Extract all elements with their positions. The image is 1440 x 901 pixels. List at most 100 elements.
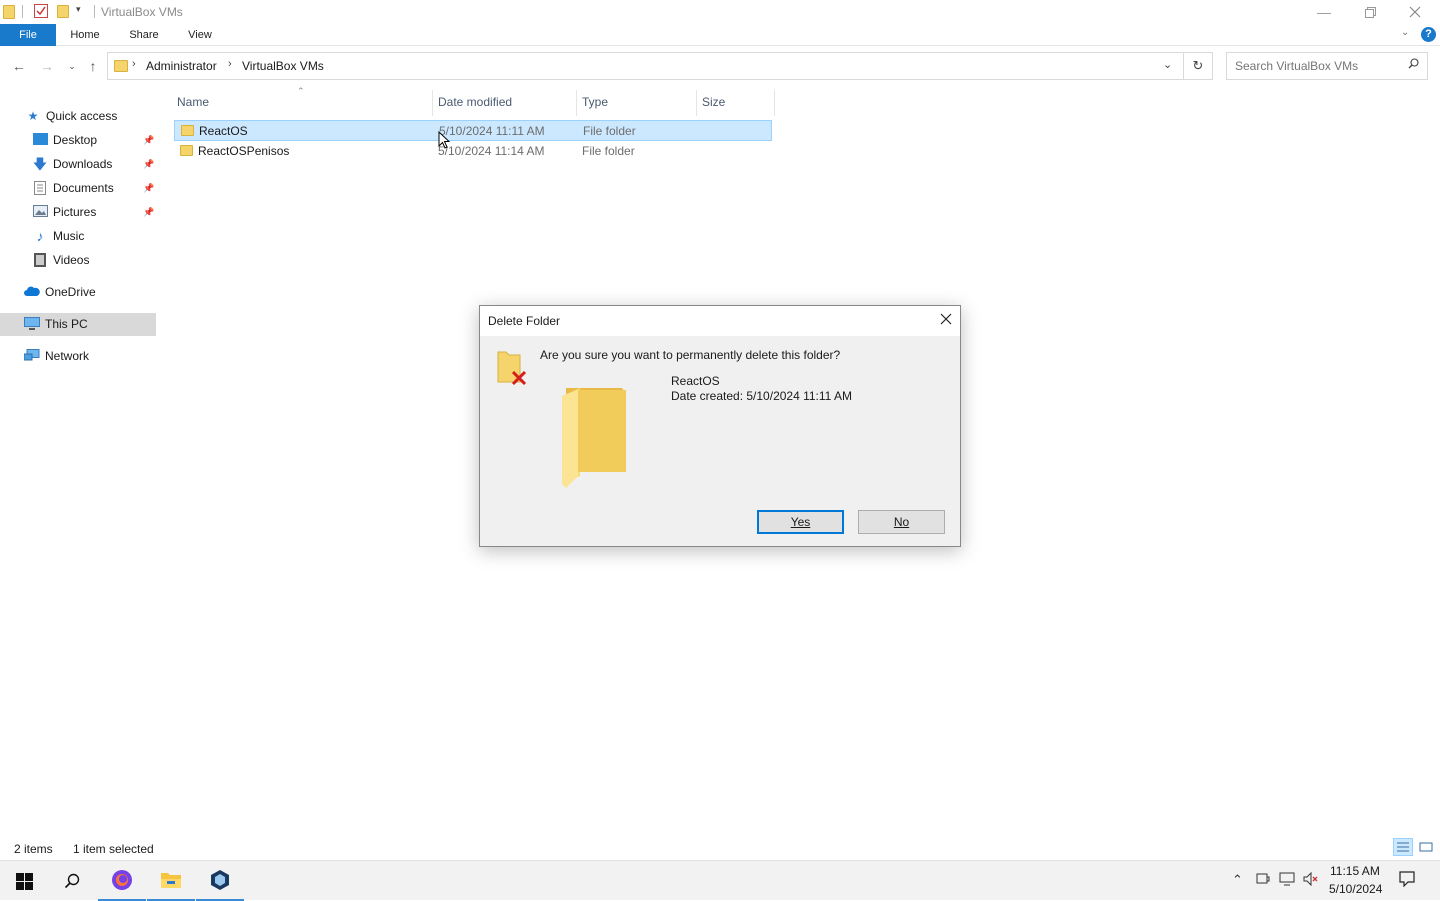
sidebar-item-desktop[interactable]: Desktop [32,129,97,151]
tab-view[interactable]: View [180,24,220,46]
sidebar-item-onedrive[interactable]: OneDrive [24,281,96,303]
clock-date[interactable]: 5/10/2024 [1329,882,1382,896]
firefox-taskbar-icon[interactable] [98,861,146,901]
properties-icon[interactable] [34,4,48,18]
breadcrumb-chevron-icon[interactable]: › [228,58,232,70]
no-button[interactable]: No [858,510,945,534]
virtualbox-taskbar-icon[interactable] [196,861,244,901]
network-tray-icon[interactable] [1279,872,1295,889]
delete-folder-icon [496,348,530,389]
sidebar-item-videos[interactable]: Videos [32,249,89,271]
tab-file[interactable]: File [0,24,56,46]
back-button[interactable]: ← [9,56,29,76]
sidebar-item-network[interactable]: Network [23,345,89,367]
search-input[interactable] [1235,58,1405,74]
breadcrumb-virtualbox-vms[interactable]: VirtualBox VMs [242,59,324,73]
status-bar: 2 items 1 item selected [0,838,1440,860]
sidebar-item-documents[interactable]: Documents [32,177,114,199]
up-button[interactable]: ↑ [83,56,103,76]
window-title: VirtualBox VMs [101,5,183,19]
star-icon: ★ [27,109,39,123]
delete-folder-dialog: Delete Folder Are you sure you want to p… [479,305,961,547]
dialog-title: Delete Folder [488,314,561,328]
music-icon: ♪ [36,228,44,244]
pin-icon: 📌 [143,207,155,217]
show-hidden-icons-icon[interactable]: ⌃ [1232,872,1243,888]
start-button[interactable] [0,861,48,901]
sort-ascending-icon: ⌃ [297,86,305,96]
refresh-button[interactable]: ↻ [1184,52,1213,80]
clock-time[interactable]: 11:15 AM [1330,864,1380,878]
details-view-button[interactable] [1393,838,1413,856]
breadcrumb-administrator[interactable]: Administrator [146,59,217,73]
computer-icon [24,317,40,331]
new-folder-icon[interactable] [57,5,69,18]
notifications-icon[interactable] [1399,871,1415,890]
breadcrumb-chevron-icon[interactable]: › [132,58,136,70]
dialog-folder-name: ReactOS [671,374,720,388]
customize-toolbar-icon[interactable]: ▾ [76,4,90,18]
sidebar-item-quick-access[interactable]: ★ Quick access [25,105,118,127]
tab-share[interactable]: Share [122,24,166,46]
column-header-size[interactable]: Size [702,95,725,109]
column-header-name[interactable]: Name [177,95,209,109]
file-row[interactable]: ReactOS 5/10/2024 11:11 AM File folder [174,120,772,141]
column-divider[interactable] [432,90,433,116]
window-folder-icon [3,5,15,19]
column-header-type[interactable]: Type [582,95,608,109]
title-bar: ▾ VirtualBox VMs — [0,0,1440,24]
search-taskbar-button[interactable] [48,861,96,901]
navigation-pane: ★ Quick access Desktop 📌 🡇 Downloads 📌 D… [0,86,158,826]
dialog-close-button[interactable] [935,310,957,332]
cloud-icon [24,285,40,299]
folder-icon [180,145,193,156]
file-explorer-taskbar-icon[interactable] [147,861,195,901]
address-bar[interactable]: › Administrator › VirtualBox VMs ⌄ [107,52,1184,80]
column-header-date-modified[interactable]: Date modified [438,95,512,109]
recent-locations-icon[interactable]: ⌄ [62,56,82,76]
item-count: 2 items [14,842,53,856]
large-icons-view-button[interactable] [1416,838,1436,856]
dialog-title-bar: Delete Folder [480,306,960,336]
minimize-button[interactable]: — [1301,0,1347,24]
close-window-button[interactable] [1392,0,1438,24]
sidebar-item-this-pc[interactable]: This PC [24,313,88,335]
address-dropdown-icon[interactable]: ⌄ [1163,58,1172,71]
pictures-icon [32,205,48,219]
title-divider [22,5,23,18]
sidebar-item-label: Documents [53,181,114,195]
sidebar-item-label: This PC [45,317,88,331]
folder-preview-icon [560,384,640,493]
file-type: File folder [582,144,635,158]
column-divider[interactable] [774,90,775,116]
file-row[interactable]: ReactOSPenisos 5/10/2024 11:14 AM File f… [174,141,772,162]
column-divider[interactable] [696,90,697,116]
yes-button[interactable]: Yes [757,510,844,534]
forward-button[interactable]: → [37,56,57,76]
file-date-modified: 5/10/2024 11:14 AM [438,144,545,158]
device-icon[interactable] [1256,872,1270,889]
title-divider [94,5,95,18]
search-box[interactable] [1226,52,1428,80]
sidebar-item-label: Pictures [53,205,97,219]
file-type: File folder [583,124,636,138]
sidebar-item-label: Desktop [53,133,98,147]
desktop-icon [32,133,48,147]
column-divider[interactable] [576,90,577,116]
network-icon [23,349,40,363]
sidebar-item-pictures[interactable]: Pictures [32,201,96,223]
pin-icon: 📌 [143,183,155,193]
sidebar-item-music[interactable]: ♪ Music [32,225,85,247]
restore-button[interactable] [1347,0,1393,24]
taskbar: ⌃ 11:15 AM 5/10/2024 [0,860,1440,901]
ribbon: File Home Share View ⌄ ? [0,24,1440,46]
expand-ribbon-icon[interactable]: ⌄ [1401,27,1409,38]
sidebar-item-downloads[interactable]: 🡇 Downloads [32,153,113,175]
tab-home[interactable]: Home [62,24,108,46]
navigation-bar: ← → ⌄ ↑ › Administrator › VirtualBox VMs… [0,46,1440,86]
help-icon[interactable]: ? [1421,27,1436,42]
search-icon [1408,58,1419,72]
documents-icon [32,181,48,195]
volume-muted-icon[interactable] [1303,871,1319,889]
downloads-icon: 🡇 [32,156,48,172]
